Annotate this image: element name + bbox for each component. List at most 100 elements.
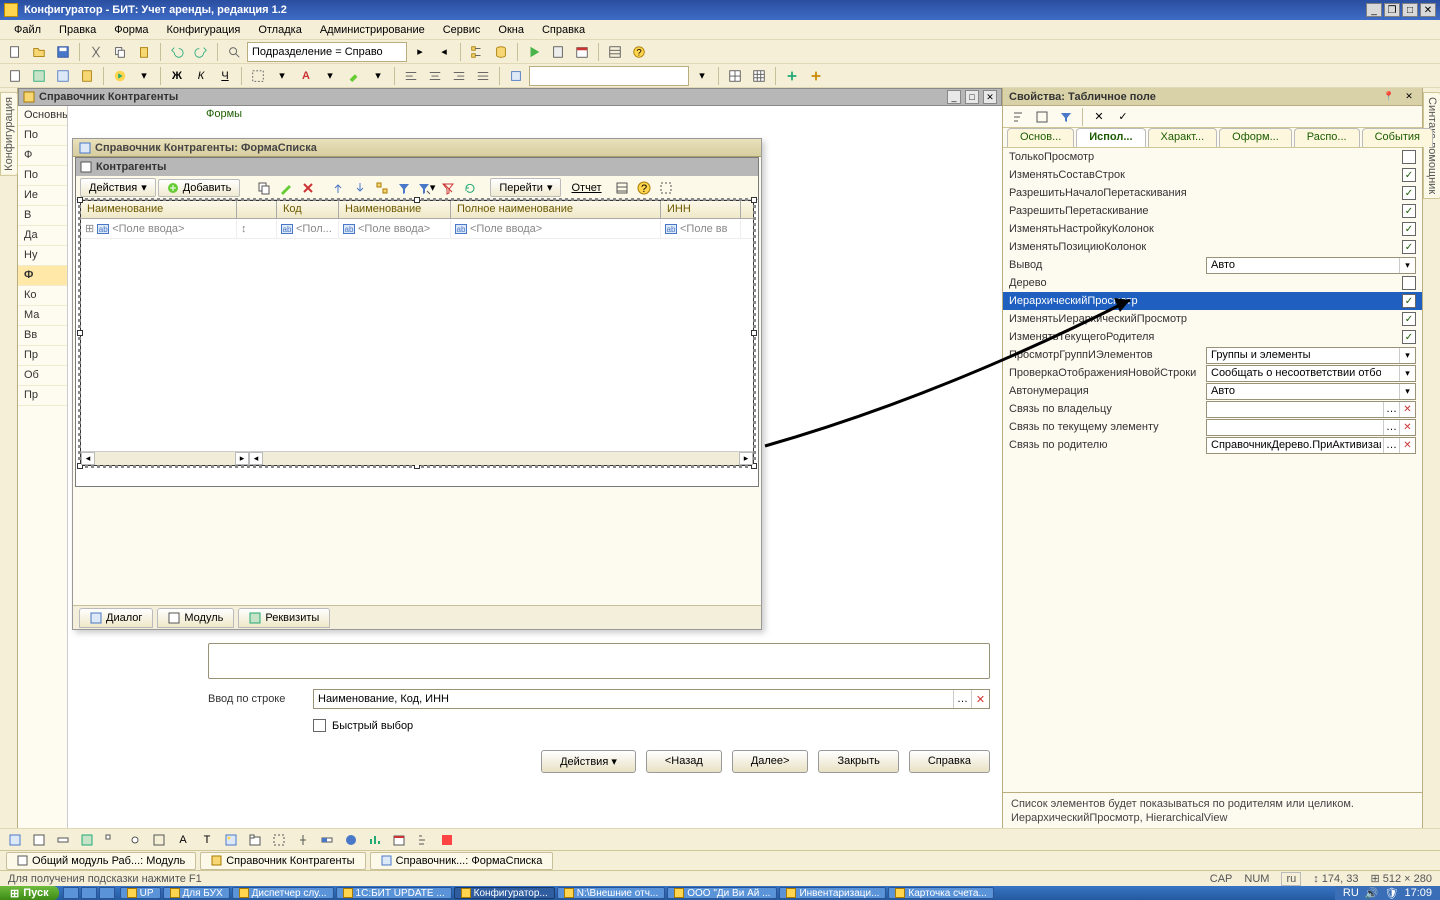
checkbox-icon[interactable]: ✓: [1402, 168, 1416, 182]
checkbox-icon[interactable]: ✓: [1402, 330, 1416, 344]
clear-icon[interactable]: ✕: [1399, 420, 1415, 435]
highlight-icon[interactable]: [343, 65, 365, 87]
taskbar-app[interactable]: 1С:БИТ UPDATE ...: [336, 887, 452, 899]
cell[interactable]: ab <Поле вв: [661, 219, 741, 238]
prop-select[interactable]: …✕: [1206, 401, 1416, 418]
cell[interactable]: ↕: [237, 219, 277, 238]
prop-tab[interactable]: События: [1362, 128, 1433, 147]
tree-item[interactable]: Пр: [18, 346, 67, 366]
wtab-module[interactable]: Общий модуль Раб...: Модуль: [6, 852, 196, 870]
tree-item[interactable]: Вв: [18, 326, 67, 346]
subwin-close-button[interactable]: ✕: [983, 90, 997, 104]
taskbar-app[interactable]: Диспетчер слу...: [232, 887, 334, 899]
taskbar-app[interactable]: Конфигуратор...: [454, 887, 555, 899]
ellipsis-icon[interactable]: …: [1383, 438, 1399, 453]
cut-icon[interactable]: [85, 41, 107, 63]
tab-dialog[interactable]: Диалог: [79, 608, 153, 628]
tree-item[interactable]: Ие: [18, 186, 67, 206]
doc-icon[interactable]: [4, 65, 26, 87]
tray-icon[interactable]: 🛡: [1385, 887, 1399, 900]
prop-tab[interactable]: Основ...: [1007, 128, 1074, 147]
checkbox-icon[interactable]: ✓: [1402, 204, 1416, 218]
pic-widget-icon[interactable]: [220, 829, 242, 851]
tab-forms[interactable]: Формы: [198, 106, 250, 124]
add-icon[interactable]: [781, 65, 803, 87]
next-button[interactable]: Далее>: [732, 750, 809, 773]
calc-icon[interactable]: [547, 41, 569, 63]
chevron-down-icon[interactable]: ▾: [1399, 258, 1415, 273]
chevron-down-icon[interactable]: ▾: [1399, 348, 1415, 363]
cell[interactable]: ab <Поле ввода>: [451, 219, 661, 238]
widget2-icon[interactable]: [28, 829, 50, 851]
level-down-icon[interactable]: [350, 178, 370, 198]
cell[interactable]: ab <Поле ввода>: [339, 219, 451, 238]
tab-requisites[interactable]: Реквизиты: [238, 608, 330, 628]
search-icon[interactable]: [223, 41, 245, 63]
border2-icon[interactable]: ▾: [271, 65, 293, 87]
wtab-reference[interactable]: Справочник Контрагенты: [200, 852, 365, 870]
chevron-down-icon[interactable]: ▾: [1399, 384, 1415, 399]
ellipsis-icon[interactable]: …: [953, 690, 971, 708]
tab-module[interactable]: Модуль: [157, 608, 234, 628]
taskbar-app[interactable]: Для БУХ: [163, 887, 230, 899]
goto-button[interactable]: Перейти ▾: [490, 178, 561, 197]
close-icon[interactable]: ✕: [1402, 90, 1416, 104]
level-up-icon[interactable]: [328, 178, 348, 198]
tree-icon[interactable]: [466, 41, 488, 63]
subwin-minimize-button[interactable]: _: [947, 90, 961, 104]
menu-config[interactable]: Конфигурация: [159, 22, 249, 38]
clear-icon[interactable]: ✕: [971, 690, 989, 708]
filter-clear-icon[interactable]: [438, 178, 458, 198]
checkbox-icon[interactable]: ✓: [1402, 294, 1416, 308]
quick-select-checkbox[interactable]: Быстрый выбор: [313, 719, 413, 732]
checkbox-icon[interactable]: ✓: [1402, 186, 1416, 200]
tray-lang[interactable]: RU: [1343, 887, 1359, 899]
status-lang[interactable]: ru: [1281, 872, 1301, 886]
menu-edit[interactable]: Правка: [51, 22, 104, 38]
italic-icon[interactable]: К: [190, 65, 212, 87]
border-icon[interactable]: [247, 65, 269, 87]
group-icon[interactable]: [1031, 106, 1053, 128]
report-button[interactable]: Отчет: [563, 180, 609, 196]
menu-file[interactable]: Файл: [6, 22, 49, 38]
ql-icon[interactable]: [99, 887, 115, 899]
vtab-config-label[interactable]: Конфигурация: [0, 92, 18, 176]
copy-icon[interactable]: [109, 41, 131, 63]
redo-icon[interactable]: [190, 41, 212, 63]
close-button[interactable]: Закрыть: [818, 750, 898, 773]
tree-item[interactable]: Ну: [18, 246, 67, 266]
actions-button[interactable]: Действия ▾: [541, 750, 636, 773]
close-button[interactable]: ✕: [1420, 3, 1436, 17]
paste-icon[interactable]: [133, 41, 155, 63]
refresh-icon[interactable]: [460, 178, 480, 198]
widget6-icon[interactable]: [124, 829, 146, 851]
checkbox-icon[interactable]: ✓: [1402, 222, 1416, 236]
tree-item[interactable]: Об: [18, 366, 67, 386]
minimize-button[interactable]: _: [1366, 3, 1382, 17]
wtab-formlist[interactable]: Справочник...: ФормаСписка: [370, 852, 554, 870]
splitter-widget-icon[interactable]: [292, 829, 314, 851]
column-header[interactable]: ИНН: [661, 201, 741, 218]
maximize-button[interactable]: □: [1402, 3, 1418, 17]
resize-handle[interactable]: [77, 197, 83, 203]
cell-icon[interactable]: [505, 65, 527, 87]
checkbox-icon[interactable]: ✓: [1402, 240, 1416, 254]
widget7-icon[interactable]: [148, 829, 170, 851]
bold-icon[interactable]: Ж: [166, 65, 188, 87]
input-by-string-field[interactable]: Наименование, Код, ИНН … ✕: [313, 689, 990, 709]
font-color-dd-icon[interactable]: ▾: [319, 65, 341, 87]
taskbar-app[interactable]: Карточка счета...: [888, 887, 993, 899]
text-widget-icon[interactable]: A: [172, 829, 194, 851]
align-justify-icon[interactable]: [472, 65, 494, 87]
scroll-right-icon[interactable]: ▸: [235, 452, 249, 465]
label-widget-icon[interactable]: T: [196, 829, 218, 851]
delete-icon[interactable]: [298, 178, 318, 198]
run-icon[interactable]: [523, 41, 545, 63]
list-icon[interactable]: [612, 178, 632, 198]
prop-tab[interactable]: Распо...: [1294, 128, 1360, 147]
tree-mode-icon[interactable]: [372, 178, 392, 198]
prop-select[interactable]: Группы и элементы▾: [1206, 347, 1416, 364]
tree-item[interactable]: Ма: [18, 306, 67, 326]
help-icon[interactable]: ?: [634, 178, 654, 198]
resize-handle[interactable]: [414, 197, 420, 203]
